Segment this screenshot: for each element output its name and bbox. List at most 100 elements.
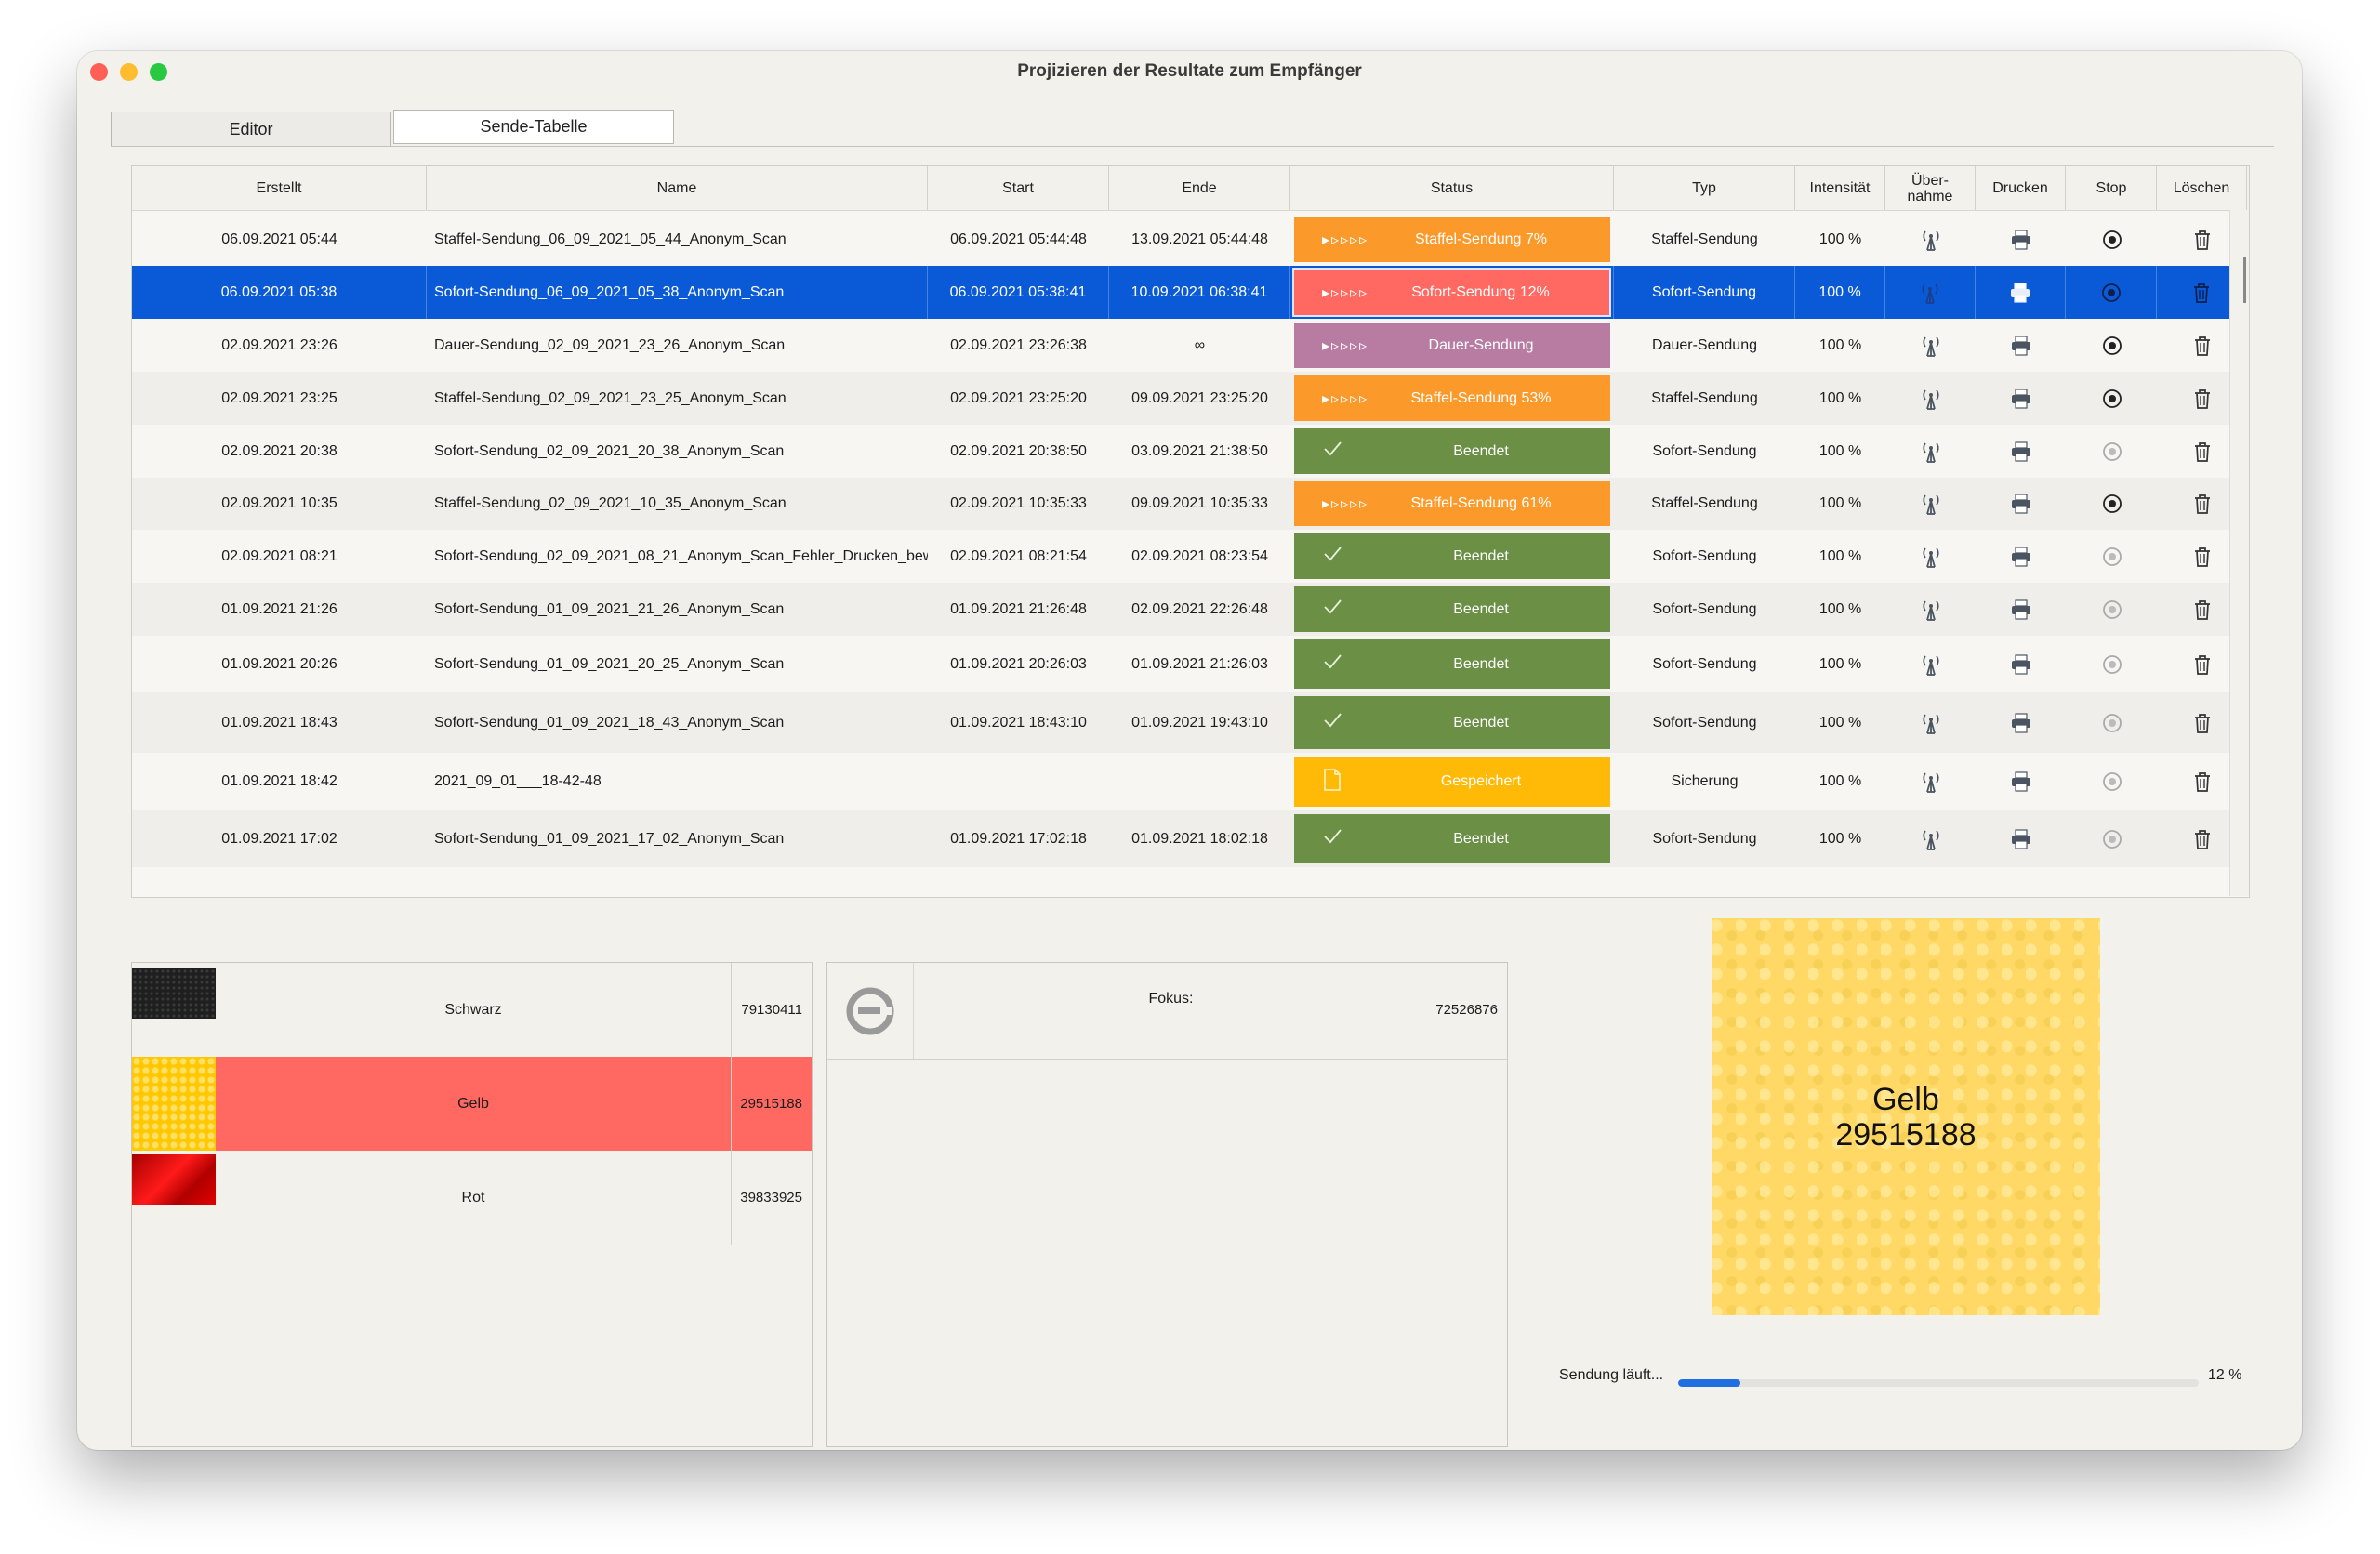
stop-icon[interactable] — [2099, 333, 2125, 359]
trash-icon[interactable] — [2189, 386, 2215, 412]
table-row[interactable]: 01.09.2021 21:26 Sofort-Sendung_01_09_202… — [132, 583, 2230, 636]
tab-editor[interactable]: Editor — [111, 112, 391, 147]
cell-start: 01.09.2021 20:26:03 — [950, 655, 1087, 672]
trash-icon[interactable] — [2189, 710, 2215, 736]
color-row-gelb[interactable]: Gelb 29515188 — [132, 1057, 812, 1151]
trash-icon[interactable] — [2189, 227, 2215, 253]
stop-icon[interactable] — [2098, 280, 2124, 306]
trash-icon[interactable] — [2189, 439, 2215, 465]
stop-icon[interactable] — [2099, 227, 2125, 253]
stop-icon[interactable] — [2099, 826, 2125, 852]
column-header-4[interactable]: Status — [1290, 166, 1614, 210]
check-icon — [1294, 597, 1378, 622]
cell-typ: Dauer-Sendung — [1652, 336, 1757, 353]
stop-icon[interactable] — [2099, 710, 2125, 736]
table-scrollbar[interactable] — [2229, 210, 2249, 896]
printer-icon[interactable] — [2008, 544, 2034, 570]
antenna-icon[interactable] — [1918, 769, 1944, 795]
cell-action — [2067, 692, 2157, 753]
antenna-icon[interactable] — [1917, 280, 1943, 306]
focus-row[interactable]: Fokus: 72526876 — [827, 963, 1507, 1060]
column-header-3[interactable]: Ende — [1109, 166, 1290, 210]
cell-name: Staffel-Sendung_02_09_2021_23_25_Anonym_… — [434, 389, 787, 406]
antenna-icon[interactable] — [1918, 491, 1944, 517]
table-row[interactable]: 02.09.2021 20:38 Sofort-Sendung_02_09_202… — [132, 425, 2230, 478]
table-row[interactable]: 01.09.2021 18:43 Sofort-Sendung_01_09_202… — [132, 692, 2230, 753]
status-text: Gespeichert — [1440, 773, 1522, 789]
column-header-8[interactable]: Drucken — [1976, 166, 2066, 210]
printer-icon[interactable] — [2008, 652, 2034, 678]
trash-icon[interactable] — [2189, 597, 2215, 623]
printer-icon[interactable] — [2008, 826, 2034, 852]
table-row[interactable]: 02.09.2021 08:21 Sofort-Sendung_02_09_202… — [132, 530, 2230, 583]
antenna-icon[interactable] — [1918, 227, 1944, 253]
table-row[interactable]: 02.09.2021 10:35 Staffel-Sendung_02_09_20… — [132, 478, 2230, 530]
column-header-10[interactable]: Löschen — [2157, 166, 2247, 210]
trash-icon[interactable] — [2189, 769, 2215, 795]
cell-intensitaet: 100 % — [1818, 336, 1862, 353]
color-value: 79130411 — [741, 1002, 802, 1018]
table-row[interactable]: 06.09.2021 05:44 Staffel-Sendung_06_09_20… — [132, 214, 2230, 266]
cell-start: 06.09.2021 05:44:48 — [950, 231, 1087, 247]
printer-icon[interactable] — [2008, 597, 2034, 623]
antenna-icon[interactable] — [1918, 710, 1944, 736]
trash-icon[interactable] — [2189, 491, 2215, 517]
stop-icon[interactable] — [2099, 652, 2125, 678]
printer-icon[interactable] — [2008, 386, 2034, 412]
trash-icon[interactable] — [2189, 652, 2215, 678]
stop-icon[interactable] — [2099, 439, 2125, 465]
check-icon — [1294, 439, 1378, 464]
antenna-icon[interactable] — [1918, 386, 1944, 412]
cell-ende: 10.09.2021 06:38:41 — [1109, 266, 1290, 319]
printer-icon[interactable] — [2008, 333, 2034, 359]
cell-name: 2021_09_01___18-42-48 — [434, 773, 602, 789]
printer-icon[interactable] — [2008, 227, 2034, 253]
column-header-6[interactable]: Intensität — [1795, 166, 1885, 210]
antenna-icon[interactable] — [1918, 439, 1944, 465]
table-row[interactable]: 02.09.2021 23:25 Staffel-Sendung_02_09_20… — [132, 372, 2230, 425]
column-header-1[interactable]: Name — [427, 166, 928, 210]
table-row[interactable]: 06.09.2021 05:38 Sofort-Sendung_06_09_202… — [132, 266, 2247, 319]
tab-sende-tabelle[interactable]: Sende-Tabelle — [393, 110, 674, 144]
cell-action — [1976, 319, 2066, 372]
printer-icon[interactable] — [2007, 280, 2033, 306]
column-header-9[interactable]: Stop — [2067, 166, 2157, 210]
antenna-icon[interactable] — [1918, 544, 1944, 570]
stop-icon[interactable] — [2099, 491, 2125, 517]
stop-icon[interactable] — [2099, 544, 2125, 570]
cell-name: Sofort-Sendung_02_09_2021_20_38_Anonym_S… — [434, 442, 785, 459]
antenna-icon[interactable] — [1918, 652, 1944, 678]
progress-fill — [1678, 1379, 1741, 1387]
printer-icon[interactable] — [2008, 439, 2034, 465]
trash-icon[interactable] — [2189, 544, 2215, 570]
column-header-5[interactable]: Typ — [1614, 166, 1795, 210]
trash-icon[interactable] — [2189, 333, 2215, 359]
printer-icon[interactable] — [2008, 769, 2034, 795]
stop-icon[interactable] — [2099, 597, 2125, 623]
printer-icon[interactable] — [2008, 491, 2034, 517]
trash-icon[interactable] — [2189, 826, 2215, 852]
color-row-rot[interactable]: Rot 39833925 — [132, 1151, 812, 1245]
cell-typ: Sofort-Sendung — [1652, 655, 1757, 672]
table-row[interactable]: 02.09.2021 23:26 Dauer-Sendung_02_09_2021… — [132, 319, 2230, 372]
table-row[interactable]: 01.09.2021 20:26 Sofort-Sendung_01_09_202… — [132, 636, 2230, 692]
column-header-2[interactable]: Start — [928, 166, 1109, 210]
antenna-icon[interactable] — [1918, 597, 1944, 623]
stop-icon[interactable] — [2099, 386, 2125, 412]
antenna-icon[interactable] — [1918, 826, 1944, 852]
antenna-icon[interactable] — [1918, 333, 1944, 359]
column-header-0[interactable]: Erstellt — [132, 166, 427, 210]
trash-icon[interactable] — [2188, 280, 2215, 306]
scrollbar-thumb[interactable] — [2243, 257, 2246, 303]
cell-intensitaet: 100 % — [1818, 389, 1862, 406]
status-cell: Beendet — [1290, 692, 1614, 753]
color-name: Schwarz — [216, 963, 732, 1057]
status-badge: Beendet — [1294, 428, 1610, 474]
stop-icon[interactable] — [2099, 769, 2125, 795]
printer-icon[interactable] — [2008, 710, 2034, 736]
status-badge: ▸▹▹▹▹ Sofort-Sendung 12% — [1292, 268, 1611, 317]
table-row[interactable]: 01.09.2021 17:02 Sofort-Sendung_01_09_202… — [132, 810, 2230, 867]
column-header-7[interactable]: Über- nahme — [1885, 166, 1976, 210]
color-row-schwarz[interactable]: Schwarz 79130411 — [132, 963, 812, 1057]
table-row[interactable]: 01.09.2021 18:42 2021_09_01___18-42-48 Ges… — [132, 753, 2230, 810]
